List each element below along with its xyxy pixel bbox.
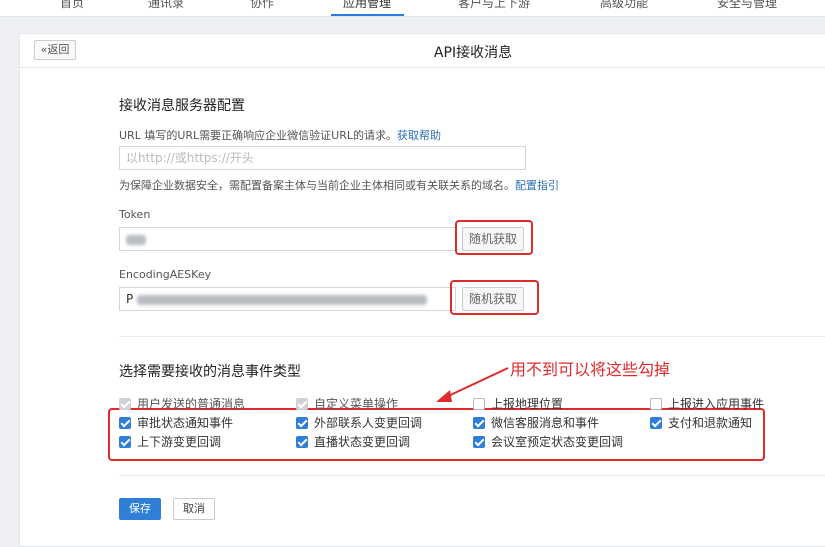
redacted-token: [126, 234, 146, 245]
checkbox-icon: [650, 397, 662, 410]
aeskey-highlight-box: [450, 280, 539, 315]
domain-hint: 为保障企业数据安全，需配置备案主体与当前企业主体相同或有关联关系的域名。配置指引: [119, 177, 559, 193]
checkbox-icon: [119, 397, 131, 410]
token-input[interactable]: [119, 227, 456, 251]
token-highlight-box: [455, 220, 533, 255]
event-checkbox-payment[interactable]: 支付和退款通知: [650, 414, 752, 431]
event-checkbox-wechat-kf[interactable]: 微信客服消息和事件: [473, 414, 599, 431]
checkbox-icon: [119, 416, 131, 429]
tab-contacts[interactable]: 通讯录: [148, 0, 184, 11]
checkbox-icon: [296, 416, 308, 429]
token-label: Token: [119, 208, 151, 221]
event-checkbox-upstream[interactable]: 上下游变更回调: [119, 433, 221, 450]
events-title: 选择需要接收的消息事件类型: [119, 364, 301, 380]
url-hint: URL 填写的URL需要正确响应企业微信验证URL的请求。获取帮助: [119, 127, 441, 143]
tab-collaboration[interactable]: 协作: [250, 0, 274, 11]
page-title: API接收消息: [433, 45, 513, 61]
get-help-link[interactable]: 获取帮助: [397, 129, 441, 142]
event-checkbox-meeting-room[interactable]: 会议室预定状态变更回调: [473, 433, 623, 450]
top-nav: 首页 通讯录 协作 应用管理 客户与上下游 高级功能 安全与管理: [0, 0, 825, 17]
checkbox-icon: [119, 435, 131, 448]
checkbox-icon: [296, 397, 308, 410]
checkbox-icon: [473, 397, 485, 410]
event-checkbox-location[interactable]: 上报地理位置: [473, 395, 563, 412]
active-tab-indicator: [331, 14, 404, 16]
domain-hint-text: 为保障企业数据安全，需配置备案主体与当前企业主体相同或有关联关系的域名。: [119, 179, 515, 192]
tab-advanced[interactable]: 高级功能: [600, 0, 648, 11]
save-button[interactable]: 保存: [119, 498, 161, 520]
url-input[interactable]: 以http://或https://开头: [119, 146, 526, 170]
footer-divider: [119, 475, 825, 476]
tab-home[interactable]: 首页: [60, 0, 84, 11]
tab-customers[interactable]: 客户与上下游: [458, 0, 530, 11]
config-guide-link[interactable]: 配置指引: [515, 179, 559, 192]
redacted-aeskey: [137, 294, 428, 305]
event-checkbox-enter-app[interactable]: 上报进入应用事件: [650, 395, 764, 412]
annotation-text: 用不到可以将这些勾掉: [510, 360, 671, 379]
event-checkbox-live[interactable]: 直播状态变更回调: [296, 433, 410, 450]
tab-app-management[interactable]: 应用管理: [343, 0, 391, 11]
checkbox-icon: [473, 416, 485, 429]
event-checkbox-custom-menu[interactable]: 自定义菜单操作: [296, 395, 398, 412]
event-checkbox-external-contact[interactable]: 外部联系人变更回调: [296, 414, 422, 431]
server-config-title: 接收消息服务器配置: [119, 98, 245, 114]
section-divider: [119, 336, 825, 337]
event-checkbox-approval[interactable]: 审批状态通知事件: [119, 414, 233, 431]
checkbox-icon: [650, 416, 662, 429]
url-hint-text: URL 填写的URL需要正确响应企业微信验证URL的请求。: [119, 129, 397, 142]
cancel-button[interactable]: 取消: [173, 498, 215, 520]
aeskey-input[interactable]: P: [119, 287, 456, 311]
event-checkbox-normal-message[interactable]: 用户发送的普通消息: [119, 395, 245, 412]
checkbox-icon: [473, 435, 485, 448]
tab-security[interactable]: 安全与管理: [717, 0, 777, 11]
aeskey-label: EncodingAESKey: [119, 268, 212, 281]
checkbox-icon: [296, 435, 308, 448]
title-bar: «返回 API接收消息: [20, 34, 825, 68]
aeskey-value-prefix: P: [126, 292, 134, 306]
